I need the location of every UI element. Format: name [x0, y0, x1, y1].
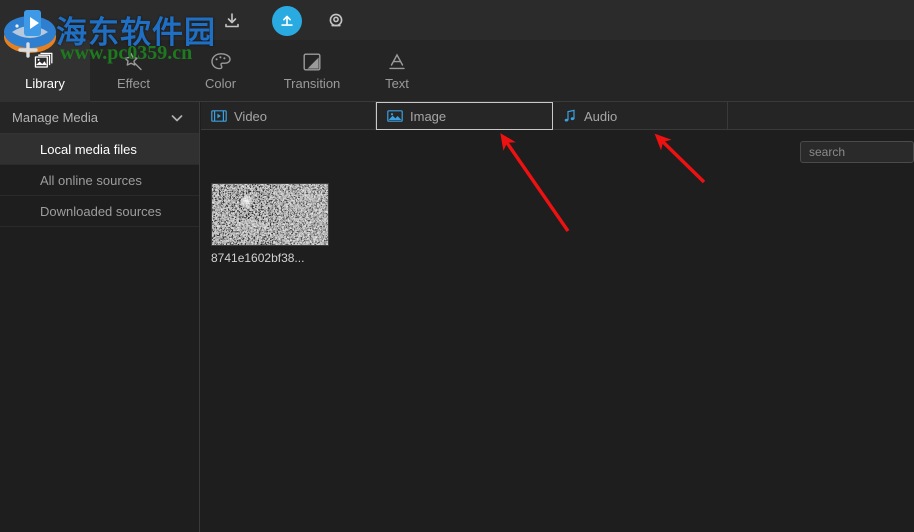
nav-tab-color[interactable]: Color [177, 40, 264, 102]
tab-video[interactable]: Video [201, 102, 376, 130]
media-grid: 8741e1602bf38... [201, 173, 914, 532]
magic-wand-icon [122, 51, 146, 73]
transition-icon [301, 51, 323, 73]
image-photo-icon [387, 109, 403, 123]
search-input[interactable] [800, 141, 914, 163]
tab-image[interactable]: Image [376, 102, 553, 130]
sidebar-item-label: Downloaded sources [40, 203, 162, 219]
app-window: Library Effect Color Transition Text Man… [0, 0, 914, 532]
tabstrip-filler [728, 102, 914, 130]
sidebar-item-all-online-sources[interactable]: All online sources [0, 165, 199, 196]
text-a-icon [386, 51, 408, 73]
sidebar-item-label: All online sources [40, 172, 142, 188]
sidebar-item-label: Local media files [40, 141, 137, 157]
chevron-down-icon [169, 110, 185, 126]
nav-tab-transition[interactable]: Transition [264, 40, 360, 102]
nav-tab-label: Effect [116, 76, 150, 91]
nav-tab-label: Transition [283, 76, 341, 91]
sidebar: Manage Media Local media files All onlin… [0, 102, 200, 532]
tab-label: Audio [584, 108, 618, 124]
tab-label: Image [410, 108, 447, 124]
nav-tab-effect[interactable]: Effect [90, 40, 177, 102]
media-thumbnail [211, 183, 329, 246]
sidebar-item-downloaded-sources[interactable]: Downloaded sources [0, 196, 199, 227]
record-webcam-icon[interactable] [323, 8, 349, 34]
nav-tab-library[interactable]: Library [0, 40, 90, 102]
media-item-filename: 8741e1602bf38... [211, 251, 305, 265]
tab-label: Video [234, 108, 268, 124]
nav-tab-label: Text [385, 76, 409, 91]
sidebar-item-local-media-files[interactable]: Local media files [0, 134, 199, 165]
import-download-icon[interactable] [219, 8, 245, 34]
media-item[interactable]: 8741e1602bf38... [211, 183, 329, 265]
top-toolbar [0, 0, 914, 40]
nav-tab-label: Color [204, 76, 237, 91]
music-note-icon [563, 109, 577, 123]
search-row [201, 130, 914, 173]
sidebar-header-manage-media[interactable]: Manage Media [0, 102, 199, 134]
sidebar-header-label: Manage Media [12, 110, 98, 125]
video-clip-icon [211, 109, 227, 123]
main-nav-bar: Library Effect Color Transition Text [0, 40, 914, 102]
color-palette-icon [209, 51, 233, 73]
nav-tab-label: Library [25, 76, 65, 91]
media-library-icon [33, 51, 57, 73]
nav-tab-text[interactable]: Text [360, 40, 434, 102]
tab-audio[interactable]: Audio [553, 102, 728, 130]
media-type-tabstrip: Video Image Audio [201, 102, 914, 130]
upload-export-icon[interactable] [272, 6, 302, 36]
